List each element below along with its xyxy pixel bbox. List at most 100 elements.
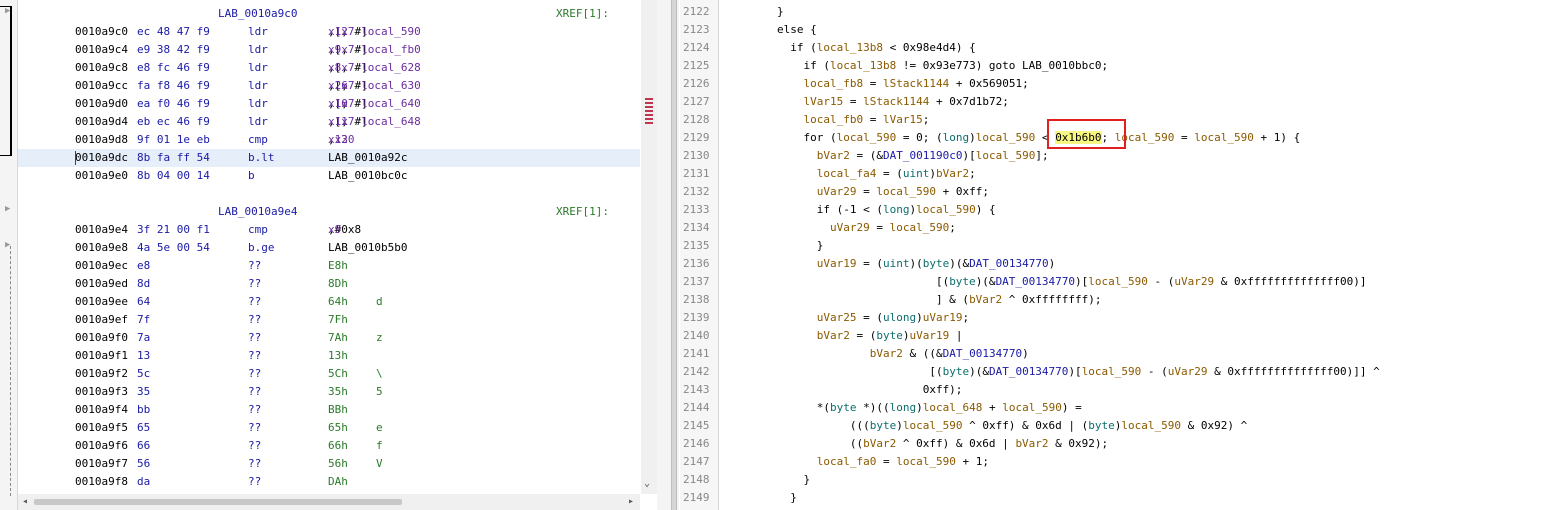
code-line[interactable]: 2127 lVar15 = lStack1144 + 0x7d1b72;	[680, 93, 1546, 111]
listing-label-row: LAB_0010a9e4 XREF[1]:	[18, 203, 640, 221]
code-text[interactable]: if (local_13b8 < 0x98e4d4) {	[777, 39, 975, 57]
listing-row[interactable]: 0010a9f2 5c?? 5Ch \	[18, 365, 640, 383]
listing-row[interactable]: 0010a9f8 da?? DAh	[18, 473, 640, 491]
code-line[interactable]: 2149 }	[680, 489, 1546, 507]
code-line[interactable]: 2138 ] & (bVar2 ^ 0xffffffff);	[680, 291, 1546, 309]
code-line[interactable]: 2123 else {	[680, 21, 1546, 39]
code-line[interactable]: 2124 if (local_13b8 < 0x98e4d4) {	[680, 39, 1546, 57]
code-text[interactable]: for (local_590 = 0; (long)local_590 < 0x…	[777, 129, 1300, 147]
code-text[interactable]: local_fb8 = lStack1144 + 0x569051;	[777, 75, 1029, 93]
instruction-address: 0010a9e0	[75, 169, 128, 182]
code-text[interactable]: uVar19 = (uint)(byte)(&DAT_00134770)	[777, 255, 1055, 273]
code-text[interactable]: }	[777, 471, 810, 489]
code-line[interactable]: 2136 uVar19 = (uint)(byte)(&DAT_00134770…	[680, 255, 1546, 273]
listing-row[interactable]: 0010a9e8 4a 5e 00 54 b.ge LAB_0010b5b0	[18, 239, 640, 257]
listing-view[interactable]: LAB_0010a9c0 XREF[1]: 0010a9c0 ec 48 47 f…	[18, 0, 640, 494]
listing-row[interactable]: 0010a9f3 35?? 35h 5	[18, 383, 640, 401]
code-text[interactable]: bVar2 = (&DAT_001190c0)[local_590];	[777, 147, 1049, 165]
listing-vertical-scrollbar[interactable]: ⌄	[641, 0, 657, 494]
listing-row[interactable]: 0010a9ec e8?? E8h	[18, 257, 640, 275]
code-text[interactable]: [(byte)(&DAT_00134770)[local_590 - (uVar…	[777, 363, 1379, 381]
instruction-address: 0010a9cc	[75, 79, 128, 92]
instruction-mnemonic: ??	[248, 295, 262, 308]
code-line[interactable]: 2125 if (local_13b8 != 0x93e773) goto LA…	[680, 57, 1546, 75]
listing-horizontal-scrollbar[interactable]: ◂ ▸	[18, 494, 640, 510]
listing-row[interactable]: 0010a9f4 bb?? BBh	[18, 401, 640, 419]
listing-row[interactable]: 0010a9d8 9f 01 1e eb cmp x12, x30	[18, 131, 640, 149]
code-text[interactable]: }	[777, 489, 797, 507]
code-text[interactable]: if (-1 < (long)local_590) {	[777, 201, 996, 219]
code-line[interactable]: 2148 }	[680, 471, 1546, 489]
code-text[interactable]: }	[777, 237, 824, 255]
code-line[interactable]: 2137 [(byte)(&DAT_00134770)[local_590 - …	[680, 273, 1546, 291]
listing-row[interactable]: 0010a9f6 66?? 66h f	[18, 437, 640, 455]
code-text[interactable]: if (local_13b8 != 0x93e773) goto LAB_001…	[777, 57, 1108, 75]
code-text[interactable]: bVar2 = (byte)uVar19 |	[777, 327, 963, 345]
listing-row[interactable]: 0010a9ee 64?? 64h d	[18, 293, 640, 311]
code-text[interactable]: [(byte)(&DAT_00134770)[local_590 - (uVar…	[777, 273, 1367, 291]
code-text[interactable]: ] & (bVar2 ^ 0xffffffff);	[777, 291, 1102, 309]
code-line[interactable]: 2146 ((bVar2 ^ 0xff) & 0x6d | bVar2 & 0x…	[680, 435, 1546, 453]
listing-row[interactable]: 0010a9ef 7f?? 7Fh	[18, 311, 640, 329]
code-label[interactable]: LAB_0010a9c0	[218, 5, 297, 23]
code-line[interactable]: 2147 local_fa0 = local_590 + 1;	[680, 453, 1546, 471]
listing-row[interactable]: 0010a9d4 eb ec 46 f9 ldr x11 ,[x7, # local_64…	[18, 113, 640, 131]
listing-row[interactable]: 0010a9d0 ea f0 46 f9 ldr x10 ,[x7, # local_64…	[18, 95, 640, 113]
xref-link[interactable]: XREF[1]:	[556, 5, 609, 23]
instruction-mnemonic: ldr	[248, 43, 268, 56]
code-text[interactable]: local_fa4 = (uint)bVar2;	[777, 165, 976, 183]
code-line[interactable]: 2135 }	[680, 237, 1546, 255]
code-line[interactable]: 2144 *(byte *)((long)local_648 + local_5…	[680, 399, 1546, 417]
code-text[interactable]: ((bVar2 ^ 0xff) & 0x6d | bVar2 & 0x92);	[777, 435, 1108, 453]
listing-row[interactable]: 0010a9c0 ec 48 47 f9 ldr x12 ,[x7, # local_59…	[18, 23, 640, 41]
decompiler-view[interactable]: 2122} 2123 else {2124 if (local_13b8 < 0x9…	[680, 0, 1546, 510]
scroll-thumb[interactable]	[645, 98, 653, 126]
listing-row[interactable]: 0010a9f0 7a?? 7Ah z	[18, 329, 640, 347]
code-text[interactable]: }	[777, 3, 784, 21]
code-line[interactable]: 2140 bVar2 = (byte)uVar19 |	[680, 327, 1546, 345]
chevron-down-icon[interactable]: ⌄	[644, 478, 650, 489]
code-line[interactable]: 2134 uVar29 = local_590;	[680, 219, 1546, 237]
instruction-bytes: 8b fa ff 54	[137, 151, 210, 164]
listing-row[interactable]: 0010a9c8 e8 fc 46 f9 ldr x8 ,[x7, # local_628…	[18, 59, 640, 77]
code-line[interactable]: 2142 [(byte)(&DAT_00134770)[local_590 - …	[680, 363, 1546, 381]
listing-row[interactable]: 0010a9dc 8b fa ff 54 b.lt LAB_0010a92c	[18, 149, 640, 167]
code-text[interactable]: local_fa0 = local_590 + 1;	[777, 453, 989, 471]
instruction-operands: x12, x30	[328, 133, 355, 146]
code-line[interactable]: 2122}	[680, 3, 1546, 21]
scroll-left-icon[interactable]: ◂	[22, 496, 28, 507]
listing-row[interactable]: 0010a9ed 8d?? 8Dh	[18, 275, 640, 293]
code-line[interactable]: 2133 if (-1 < (long)local_590) {	[680, 201, 1546, 219]
listing-row[interactable]: 0010a9f1 13?? 13h	[18, 347, 640, 365]
scroll-right-icon[interactable]: ▸	[628, 496, 634, 507]
listing-row[interactable]: 0010a9f7 56?? 56h V	[18, 455, 640, 473]
listing-row[interactable]: 0010a9e4 3f 21 00 f1 cmp x9 ,#0x8	[18, 221, 640, 239]
listing-row[interactable]: 0010a9cc fa f8 46 f9 ldr x26 ,[x7, # local_63…	[18, 77, 640, 95]
code-text[interactable]: else {	[777, 21, 817, 39]
code-text[interactable]: uVar29 = local_590 + 0xff;	[777, 183, 989, 201]
code-text[interactable]: bVar2 & ((&DAT_00134770)	[777, 345, 1029, 363]
code-line[interactable]: 2141 bVar2 & ((&DAT_00134770)	[680, 345, 1546, 363]
code-text[interactable]: uVar29 = local_590;	[777, 219, 956, 237]
code-line[interactable]: 2130 bVar2 = (&DAT_001190c0)[local_590];	[680, 147, 1546, 165]
code-label[interactable]: LAB_0010a9e4	[218, 203, 297, 221]
pane-splitter[interactable]	[657, 0, 679, 510]
code-line[interactable]: 2145 (((byte)local_590 ^ 0xff) & 0x6d | …	[680, 417, 1546, 435]
listing-row[interactable]: 0010a9c4 e9 38 42 f9 ldr x9 ,[x7, # local_fb0…	[18, 41, 640, 59]
code-text[interactable]: *(byte *)((long)local_648 + local_590) =	[777, 399, 1082, 417]
code-line[interactable]: 2126 local_fb8 = lStack1144 + 0x569051;	[680, 75, 1546, 93]
code-line[interactable]: 2139 uVar25 = (ulong)uVar19;	[680, 309, 1546, 327]
code-text[interactable]: (((byte)local_590 ^ 0xff) & 0x6d | (byte…	[777, 417, 1247, 435]
code-text[interactable]: 0xff);	[777, 381, 963, 399]
code-line[interactable]: 2143 0xff);	[680, 381, 1546, 399]
listing-row[interactable]: 0010a9f5 65?? 65h e	[18, 419, 640, 437]
code-line[interactable]: 2131 local_fa4 = (uint)bVar2;	[680, 165, 1546, 183]
instruction-mnemonic: ldr	[248, 79, 268, 92]
code-line[interactable]: 2132 uVar29 = local_590 + 0xff;	[680, 183, 1546, 201]
xref-link[interactable]: XREF[1]:	[556, 203, 609, 221]
listing-row[interactable]: 0010a9e0 8b 04 00 14 b LAB_0010bc0c	[18, 167, 640, 185]
code-text[interactable]: lVar15 = lStack1144 + 0x7d1b72;	[777, 93, 1009, 111]
code-text[interactable]: local_fb0 = lVar15;	[777, 111, 930, 129]
scroll-thumb[interactable]	[34, 499, 402, 505]
code-text[interactable]: uVar25 = (ulong)uVar19;	[777, 309, 969, 327]
